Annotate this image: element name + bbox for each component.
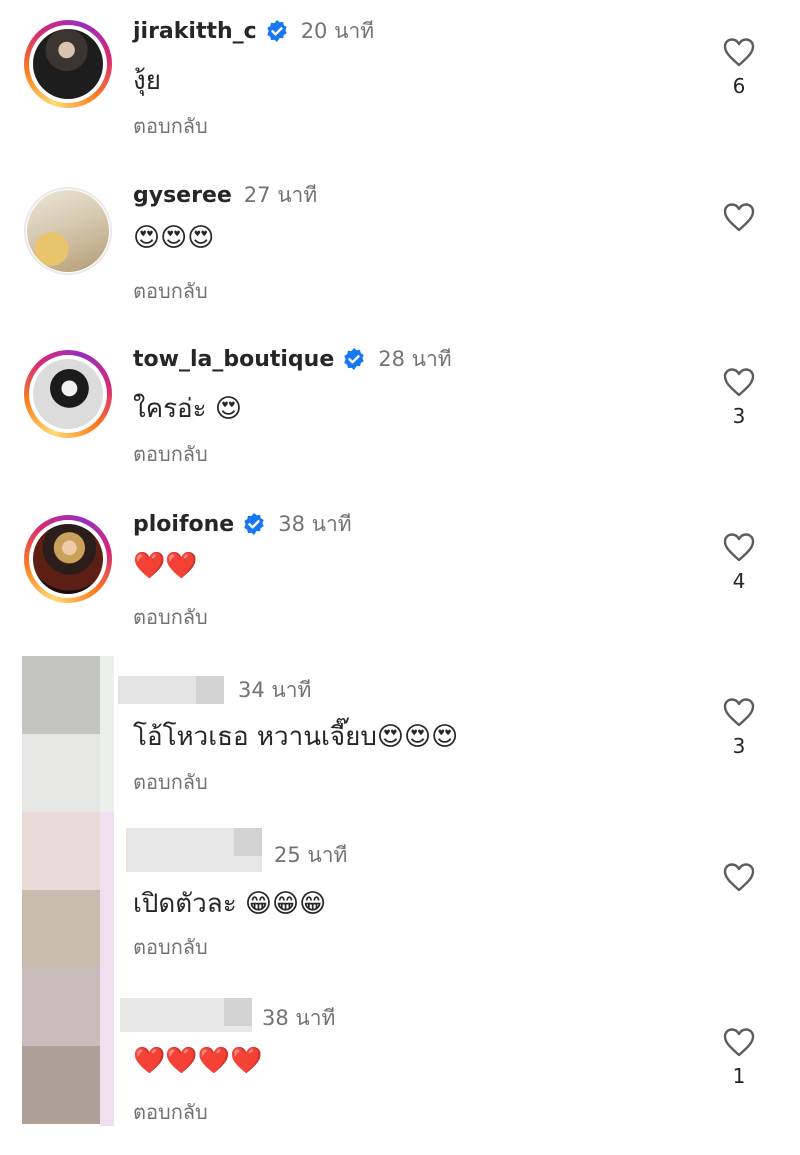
censored-username[interactable] <box>118 676 224 704</box>
comment-time: 25 นาที <box>274 842 348 867</box>
like-count: 3 <box>732 734 746 758</box>
reply-button[interactable]: ตอบกลับ <box>133 601 208 633</box>
reply-button[interactable]: ตอบกลับ <box>133 766 208 798</box>
reply-button[interactable]: ตอบกลับ <box>133 1096 208 1128</box>
comment-time: 38 นาที <box>262 1005 336 1030</box>
verified-badge-icon <box>244 513 264 535</box>
reply-button[interactable]: ตอบกลับ <box>133 931 208 963</box>
like-heart-icon[interactable] <box>722 1026 756 1058</box>
comment-text: งุ้ย <box>133 66 161 96</box>
like-count: 3 <box>732 404 746 428</box>
like-heart-icon[interactable] <box>722 531 756 563</box>
username[interactable]: tow_la_boutique <box>133 347 334 372</box>
verified-badge-icon <box>266 20 287 42</box>
like-heart-icon[interactable] <box>722 861 756 893</box>
avatar[interactable] <box>24 20 112 108</box>
comment-text: โอ้โหวเธอ หวานเจี๊ยบ😍😍😍 <box>133 722 459 752</box>
like-count: 4 <box>732 569 746 593</box>
comment-item: tow_la_boutique 28 นาที ใครอ่ะ 😍 ตอบกลับ… <box>0 330 800 495</box>
comment-text: ❤️❤️❤️❤️ <box>133 1046 263 1076</box>
reply-button[interactable]: ตอบกลับ <box>133 275 208 307</box>
reply-button[interactable]: ตอบกลับ <box>133 110 208 142</box>
avatar[interactable] <box>24 187 112 275</box>
comment-item: 25 นาที เปิดตัวละ 😁😁😁 ตอบกลับ <box>0 825 800 990</box>
username[interactable]: ploifone <box>133 512 234 537</box>
like-count: 6 <box>732 74 746 98</box>
like-count: 1 <box>732 1064 746 1088</box>
like-heart-icon[interactable] <box>722 366 756 398</box>
comment-item: jirakitth_c 20 นาที งุ้ย ตอบกลับ 6 <box>0 0 800 165</box>
comment-text: ❤️❤️ <box>133 551 198 581</box>
comment-text: 😍😍😍 <box>133 223 215 253</box>
avatar[interactable] <box>24 350 112 438</box>
censored-username[interactable] <box>126 828 262 872</box>
comment-text: เปิดตัวละ 😁😁😁 <box>133 889 327 919</box>
like-heart-icon[interactable] <box>722 36 756 68</box>
comment-text: ใครอ่ะ 😍 <box>133 394 243 424</box>
username[interactable]: gyseree <box>133 183 232 208</box>
comment-item: 34 นาที โอ้โหวเธอ หวานเจี๊ยบ😍😍😍 ตอบกลับ … <box>0 660 800 825</box>
verified-badge-icon <box>344 348 364 370</box>
like-heart-icon[interactable] <box>722 201 756 233</box>
comment-time: 34 นาที <box>238 677 312 702</box>
comment-time: 20 นาที <box>300 18 375 43</box>
comment-time: 28 นาที <box>378 346 452 371</box>
comment-time: 27 นาที <box>243 182 318 207</box>
comment-item: gyseree 27 นาที 😍😍😍 ตอบกลับ <box>0 165 800 330</box>
avatar[interactable] <box>24 515 112 603</box>
like-heart-icon[interactable] <box>722 696 756 728</box>
censored-username[interactable] <box>120 998 252 1032</box>
reply-button[interactable]: ตอบกลับ <box>133 438 208 470</box>
comment-item: 38 นาที ❤️❤️❤️❤️ ตอบกลับ 1 <box>0 990 800 1155</box>
username[interactable]: jirakitth_c <box>133 19 257 44</box>
comment-time: 38 นาที <box>278 511 352 536</box>
comment-item: ploifone 38 นาที ❤️❤️ ตอบกลับ 4 <box>0 495 800 660</box>
